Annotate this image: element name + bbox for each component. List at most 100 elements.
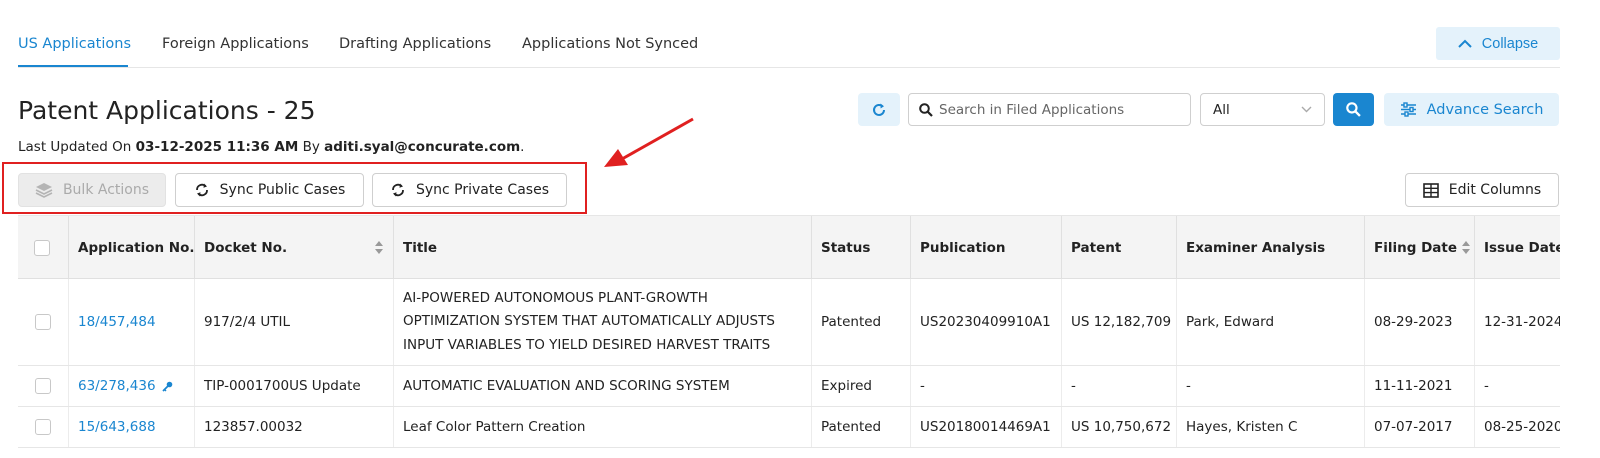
patent-applications-page: US Applications Foreign Applications Dra… (0, 0, 1600, 458)
table-header: Application No. Docket No. Title Status … (18, 216, 1560, 279)
header-label: Issue Date (1484, 239, 1560, 256)
refresh-icon (873, 103, 885, 116)
search-field[interactable] (908, 93, 1191, 126)
sliders-icon (1400, 102, 1416, 117)
table-row[interactable]: 63/278,436 TIP-0001700US Update AUTOMATI… (18, 366, 1560, 407)
application-tabs: US Applications Foreign Applications Dra… (18, 0, 1560, 68)
layers-icon (35, 183, 53, 198)
row-checkbox[interactable] (35, 378, 51, 394)
docket-number-cell: 917/2/4 UTIL (195, 279, 394, 365)
search-input[interactable] (939, 101, 1179, 118)
table-grid-icon (1422, 182, 1439, 198)
tab-us-applications[interactable]: US Applications (18, 36, 131, 52)
sync-public-cases-button[interactable]: Sync Public Cases (175, 173, 364, 207)
docket-number-cell: 123857.00032 (195, 407, 394, 447)
sync-icon (195, 183, 208, 197)
examiner-cell: Park, Edward (1177, 279, 1365, 365)
publication-cell: US20230409910A1 (911, 279, 1062, 365)
sync-private-cases-label: Sync Private Cases (415, 182, 549, 198)
row-checkbox[interactable] (35, 419, 51, 435)
patent-cell: US 12,182,709 (1062, 279, 1177, 365)
title-cell: Leaf Color Pattern Creation (394, 407, 812, 447)
search-icon (919, 102, 933, 117)
header-label: Publication (920, 239, 1006, 256)
patent-cell: US 10,750,672 (1062, 407, 1177, 447)
search-button[interactable] (1333, 93, 1374, 126)
select-all-cell (18, 216, 69, 279)
last-updated-suffix: . (520, 139, 525, 155)
row-checkbox[interactable] (35, 314, 51, 330)
application-number-cell: 15/643,688 (69, 407, 195, 447)
column-header-docket-no[interactable]: Docket No. (195, 216, 394, 279)
publication-cell: - (911, 366, 1062, 406)
advance-search-button[interactable]: Advance Search (1384, 93, 1559, 126)
row-select-cell (18, 279, 69, 365)
tab-applications-not-synced[interactable]: Applications Not Synced (522, 36, 698, 52)
chevron-down-icon (1301, 106, 1312, 113)
advance-search-label: Advance Search (1426, 101, 1544, 118)
last-updated-datetime: 03-12-2025 11:36 AM (135, 139, 299, 155)
table-row[interactable]: 15/643,688 123857.00032 Leaf Color Patte… (18, 407, 1560, 448)
key-icon (161, 381, 172, 392)
issue-date-cell: - (1475, 366, 1560, 406)
sort-icon[interactable] (375, 241, 383, 254)
status-cell: Patented (812, 407, 911, 447)
title-cell: AI-POWERED AUTONOMOUS PLANT-GROWTH OPTIM… (394, 279, 812, 365)
patent-cell: - (1062, 366, 1177, 406)
status-filter-value: All (1213, 101, 1230, 118)
column-header-issue-date[interactable]: Issue Date (1475, 216, 1560, 279)
issue-date-cell: 08-25-2020 (1475, 407, 1560, 447)
status-cell: Expired (812, 366, 911, 406)
edit-columns-button[interactable]: Edit Columns (1405, 173, 1559, 207)
refresh-button[interactable] (858, 93, 900, 126)
active-tab-indicator (18, 65, 128, 67)
bulk-actions-button[interactable]: Bulk Actions (18, 173, 166, 207)
column-header-patent[interactable]: Patent (1062, 216, 1177, 279)
applications-table: Application No. Docket No. Title Status … (18, 215, 1560, 458)
filing-date-cell: 08-29-2023 (1365, 279, 1475, 365)
header-label: Filing Date (1374, 239, 1458, 256)
row-select-cell (18, 366, 69, 406)
header-label: Title (403, 239, 438, 256)
bulk-actions-label: Bulk Actions (62, 182, 150, 198)
examiner-cell: - (1177, 366, 1365, 406)
column-header-application-no[interactable]: Application No. (69, 216, 195, 279)
chevron-up-icon (1458, 39, 1472, 48)
column-header-status[interactable]: Status (812, 216, 911, 279)
annotation-arrow-icon (604, 117, 694, 167)
header-label: Examiner Analysis (1186, 239, 1326, 256)
application-number-link[interactable]: 63/278,436 (78, 378, 156, 394)
header-label: Patent (1071, 239, 1122, 256)
filing-date-cell: 11-11-2021 (1365, 366, 1475, 406)
column-header-publication[interactable]: Publication (911, 216, 1062, 279)
select-all-checkbox[interactable] (34, 239, 50, 256)
sync-private-cases-button[interactable]: Sync Private Cases (372, 173, 567, 207)
sort-icon[interactable] (1462, 241, 1471, 254)
tab-foreign-applications[interactable]: Foreign Applications (162, 36, 309, 52)
row-select-cell (18, 407, 69, 447)
examiner-cell: Hayes, Kristen C (1177, 407, 1365, 447)
header-label: Docket No. (204, 239, 288, 256)
header-label: Status (821, 239, 871, 256)
status-filter-select[interactable]: All (1200, 93, 1325, 126)
last-updated-user: aditi.syal@concurate.com (324, 139, 521, 155)
column-header-filing-date[interactable]: Filing Date (1365, 216, 1475, 279)
column-header-examiner-analysis[interactable]: Examiner Analysis (1177, 216, 1365, 279)
tab-drafting-applications[interactable]: Drafting Applications (339, 36, 491, 52)
collapse-label: Collapse (1481, 35, 1539, 52)
collapse-button[interactable]: Collapse (1436, 27, 1560, 60)
application-number-cell: 63/278,436 (69, 366, 195, 406)
last-updated-prefix: Last Updated On (18, 139, 132, 155)
filing-date-cell: 07-07-2017 (1365, 407, 1475, 447)
sync-public-cases-label: Sync Public Cases (219, 182, 346, 198)
docket-number-cell: TIP-0001700US Update (195, 366, 394, 406)
page-title: Patent Applications - 25 (18, 96, 316, 125)
application-number-link[interactable]: 15/643,688 (78, 419, 156, 435)
title-cell: AUTOMATIC EVALUATION AND SCORING SYSTEM (394, 366, 812, 406)
column-header-title[interactable]: Title (394, 216, 812, 279)
table-row[interactable]: 18/457,484 917/2/4 UTIL AI-POWERED AUTON… (18, 279, 1560, 366)
edit-columns-label: Edit Columns (1448, 182, 1542, 198)
sync-icon (392, 183, 404, 197)
last-updated-by: By (302, 139, 320, 155)
application-number-link[interactable]: 18/457,484 (78, 314, 156, 330)
